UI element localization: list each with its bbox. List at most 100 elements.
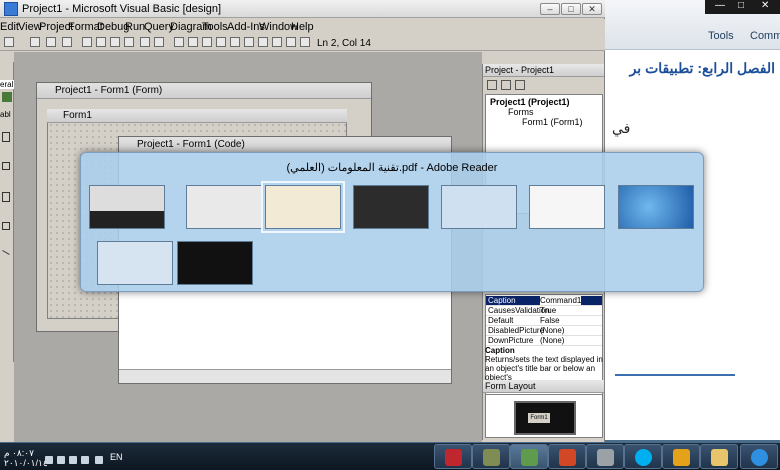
pdf-tools-button[interactable]: Tools [708,30,734,42]
copy-icon[interactable] [96,37,106,47]
flag-icon[interactable] [69,456,77,464]
frame-tool-icon[interactable] [2,222,10,230]
object-browser-icon[interactable] [258,37,268,47]
pdf-divider [615,374,735,376]
toolbox: eral abl [0,62,14,362]
show-hidden-icons-icon[interactable] [95,456,103,464]
pdf-window-controls[interactable]: — □ ✕ [705,0,780,14]
property-row[interactable]: DownPicture (None) [486,336,602,346]
close-button[interactable]: ✕ [582,3,602,15]
tree-project-root[interactable]: Project1 (Project1) [490,97,570,107]
tree-form1-item[interactable]: Form1 (Form1) [522,117,583,127]
cut-icon[interactable] [82,37,92,47]
window-switcher: تقنية المعلومات (العلمي).pdf - Adobe Rea… [80,152,704,292]
project-explorer-icon[interactable] [216,37,226,47]
taskbar-vb6[interactable] [472,444,510,469]
switcher-thumb-video[interactable] [177,241,253,285]
open-icon[interactable] [30,37,40,47]
property-key: Default [488,316,514,325]
data-view-icon[interactable] [286,37,296,47]
start-icon[interactable] [174,37,184,47]
network-icon[interactable] [45,456,53,464]
close-icon[interactable]: ✕ [761,0,769,11]
switcher-thumb-media[interactable] [89,185,165,229]
end-icon[interactable] [202,37,212,47]
cursor-position: Ln 2, Col 14 [317,38,371,49]
line-tool-icon[interactable] [2,250,10,255]
switcher-thumb-skype[interactable] [97,241,173,285]
menu-run[interactable]: Run [125,21,145,33]
switcher-thumb-presentation[interactable] [186,185,262,229]
switcher-thumb-slide[interactable] [353,185,429,229]
view-code-icon[interactable] [487,80,497,90]
tree-forms-folder[interactable]: Forms [508,107,534,117]
checkbox-tool-icon[interactable] [2,162,10,170]
toolbox-icon[interactable] [272,37,282,47]
taskbar-vb6-active[interactable] [510,444,548,469]
taskbar-ie[interactable] [740,444,778,469]
taskbar-skype[interactable] [624,444,662,469]
property-row[interactable]: Caption Command1 [486,296,602,306]
minimize-icon[interactable]: — [715,0,725,11]
form-layout-form[interactable]: Form1 [528,413,550,423]
switcher-thumb-folder[interactable] [529,185,605,229]
maximize-icon[interactable]: □ [738,0,744,11]
toggle-folders-icon[interactable] [515,80,525,90]
menu-help[interactable]: Help [291,21,314,33]
skype-icon [635,449,652,466]
redo-icon[interactable] [154,37,164,47]
taskbar-clock[interactable]: ٠٨:٠٧ م ٢٠١٠/٠١/١٤ [4,448,48,468]
media-player-icon [673,449,690,466]
vb-icon [483,449,500,466]
pdf-comment-button[interactable]: Comm [750,30,780,42]
add-project-icon[interactable] [4,37,14,47]
break-icon[interactable] [188,37,198,47]
language-indicator[interactable]: EN [110,452,123,462]
form-designer-title: Project1 - Form1 (Form) [37,83,371,99]
power-icon[interactable] [81,456,89,464]
window-title: Project1 - Microsoft Visual Basic [desig… [22,3,222,15]
internet-explorer-icon [751,449,768,466]
maximize-button[interactable]: □ [561,3,581,15]
view-object-icon[interactable] [501,80,511,90]
code-window-title: Project1 - Form1 (Code) [119,137,451,153]
property-row[interactable]: DisabledPicture (None) [486,326,602,336]
volume-icon[interactable] [57,456,65,464]
minimize-button[interactable]: – [540,3,560,15]
taskbar-powerpoint[interactable] [548,444,586,469]
toolbox-general-tab[interactable]: eral [0,80,14,89]
menu-tools[interactable]: Tools [202,21,228,33]
commandbutton-tool-icon[interactable] [2,132,10,142]
save-icon[interactable] [46,37,56,47]
find-icon[interactable] [124,37,134,47]
property-row[interactable]: CausesValidation True [486,306,602,316]
taskbar-camtasia[interactable] [586,444,624,469]
textbox-tool[interactable]: abl [0,110,11,119]
property-value: (None) [540,336,565,345]
menu-edit[interactable]: Edit [0,21,19,33]
taskbar-explorer[interactable] [700,444,738,469]
adobe-reader-icon [445,449,462,466]
switcher-thumb-desktop[interactable] [618,185,694,229]
standard-toolbar [0,35,605,51]
taskbar-adobe-reader[interactable] [434,444,472,469]
code-horizontal-scrollbar[interactable] [119,369,451,383]
component-manager-icon[interactable] [300,37,310,47]
undo-icon[interactable] [140,37,150,47]
property-description: Caption Returns/sets the text displayed … [485,346,603,382]
clock-date: ٢٠١٠/٠١/١٤ [4,458,48,468]
property-description-title: Caption [485,346,515,355]
property-row[interactable]: Default False [486,316,602,326]
listbox-tool-icon[interactable] [2,192,10,202]
property-key: DownPicture [488,336,534,345]
switcher-thumb-pdf[interactable] [261,181,345,233]
picturebox-tool-icon[interactable] [2,92,12,102]
taskbar-media-player[interactable] [662,444,700,469]
properties-icon[interactable] [230,37,240,47]
form-layout-icon[interactable] [244,37,254,47]
switcher-thumb-powerpoint[interactable] [441,185,517,229]
property-key: Caption [488,296,516,305]
save-all-icon[interactable] [62,37,72,47]
vb-app-icon[interactable] [4,2,18,16]
paste-icon[interactable] [110,37,120,47]
